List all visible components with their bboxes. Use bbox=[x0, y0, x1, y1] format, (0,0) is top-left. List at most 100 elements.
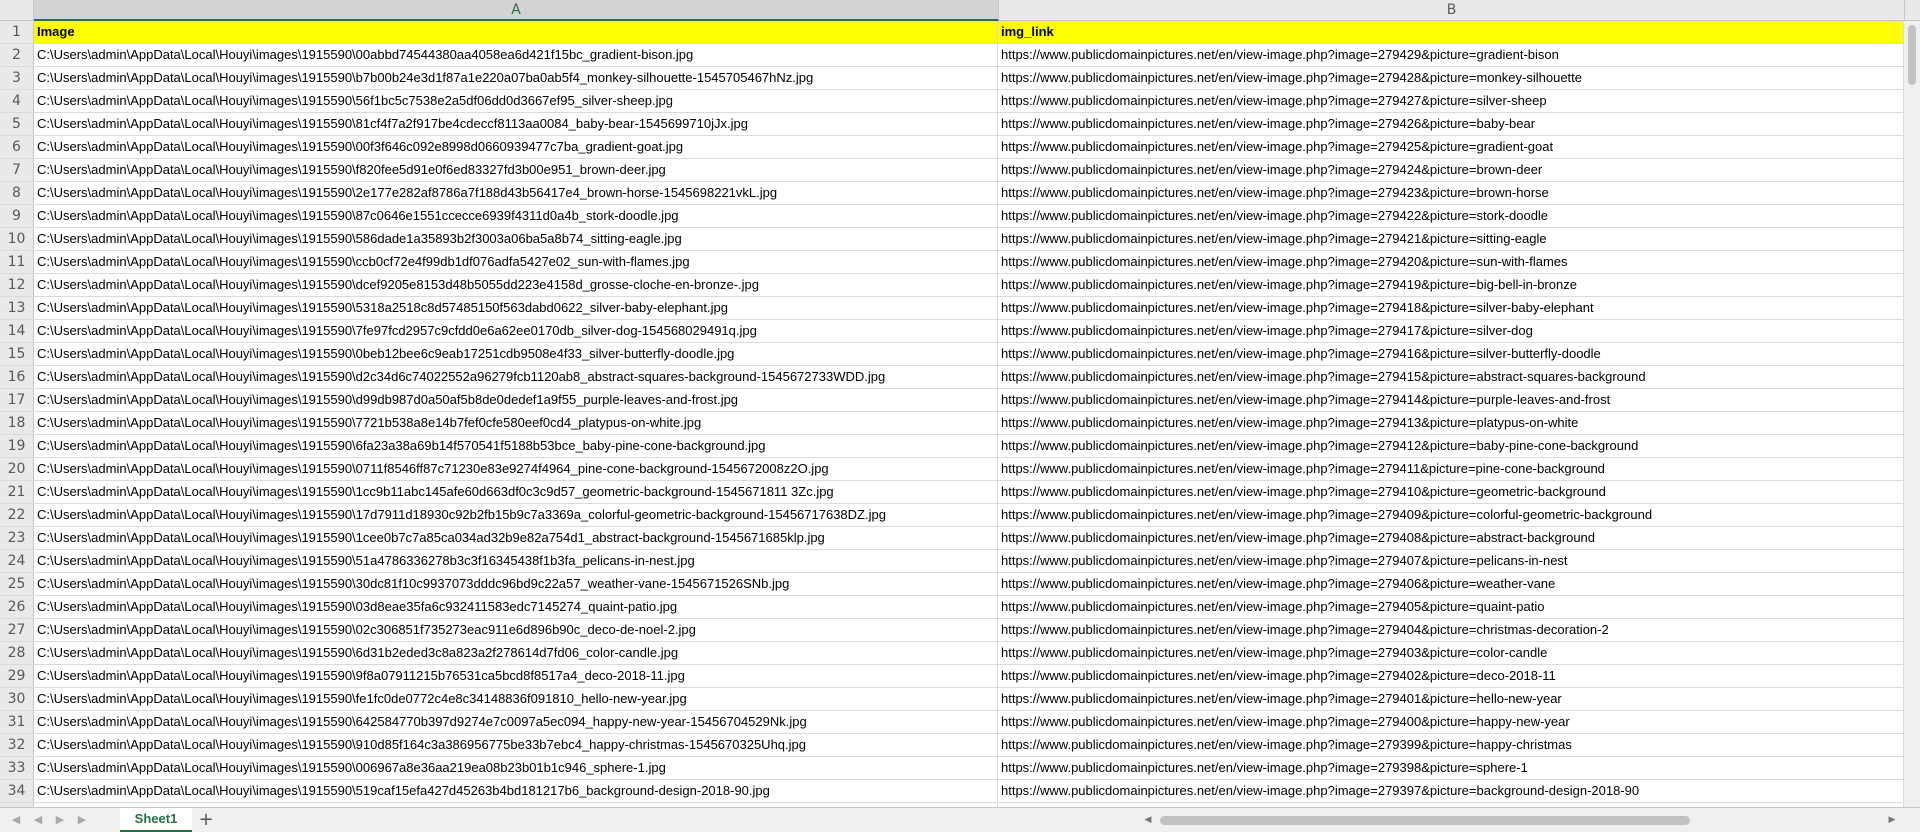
row-number[interactable]: 11 bbox=[0, 251, 34, 273]
cell-image-path[interactable]: C:\Users\admin\AppData\Local\Houyi\image… bbox=[34, 412, 998, 434]
cell-img-link[interactable]: https://www.publicdomainpictures.net/en/… bbox=[998, 596, 1904, 618]
cell-image-path[interactable]: C:\Users\admin\AppData\Local\Houyi\image… bbox=[34, 389, 998, 411]
vertical-scrollbar[interactable] bbox=[1903, 21, 1920, 807]
cell-img-link[interactable]: https://www.publicdomainpictures.net/en/… bbox=[998, 780, 1904, 802]
cell-image-path[interactable]: C:\Users\admin\AppData\Local\Houyi\image… bbox=[34, 504, 998, 526]
horizontal-scrollbar[interactable]: ◀ ▶ bbox=[1140, 812, 1900, 828]
cell-image-path[interactable]: C:\Users\admin\AppData\Local\Houyi\image… bbox=[34, 136, 998, 158]
row-number[interactable]: 28 bbox=[0, 642, 34, 664]
cell-image-path[interactable]: C:\Users\admin\AppData\Local\Houyi\image… bbox=[34, 711, 998, 733]
row-number[interactable]: 29 bbox=[0, 665, 34, 687]
vertical-scroll-thumb[interactable] bbox=[1908, 25, 1916, 85]
cell-image-path[interactable]: C:\Users\admin\AppData\Local\Houyi\image… bbox=[34, 44, 998, 66]
row-number[interactable]: 21 bbox=[0, 481, 34, 503]
cell-img-link[interactable]: https://www.publicdomainpictures.net/en/… bbox=[998, 481, 1904, 503]
row-number[interactable]: 12 bbox=[0, 274, 34, 296]
cell-img-link[interactable]: https://www.publicdomainpictures.net/en/… bbox=[998, 205, 1904, 227]
first-sheet-arrow-icon[interactable]: ◀ bbox=[8, 812, 24, 828]
cell-image-path[interactable]: C:\Users\admin\AppData\Local\Houyi\image… bbox=[34, 527, 998, 549]
cell-img-link[interactable]: https://www.publicdomainpictures.net/en/… bbox=[998, 504, 1904, 526]
cell-img-link[interactable]: https://www.publicdomainpictures.net/en/… bbox=[998, 44, 1904, 66]
cell-image-path[interactable]: C:\Users\admin\AppData\Local\Houyi\image… bbox=[34, 619, 998, 641]
column-header-a[interactable]: A bbox=[34, 0, 999, 21]
row-number[interactable]: 16 bbox=[0, 366, 34, 388]
last-sheet-arrow-icon[interactable]: ▶ bbox=[74, 812, 90, 828]
cell-img-link[interactable]: https://www.publicdomainpictures.net/en/… bbox=[998, 389, 1904, 411]
cell-image-path[interactable]: C:\Users\admin\AppData\Local\Houyi\image… bbox=[34, 320, 998, 342]
row-number[interactable]: 7 bbox=[0, 159, 34, 181]
row-number[interactable]: 1 bbox=[0, 21, 34, 43]
row-number[interactable]: 13 bbox=[0, 297, 34, 319]
cell-img-link[interactable]: https://www.publicdomainpictures.net/en/… bbox=[998, 550, 1904, 572]
cell-image-path[interactable]: C:\Users\admin\AppData\Local\Houyi\image… bbox=[34, 481, 998, 503]
header-cell-img-link[interactable]: img_link bbox=[998, 21, 1904, 43]
row-number[interactable]: 8 bbox=[0, 182, 34, 204]
scroll-left-arrow-icon[interactable]: ◀ bbox=[1140, 812, 1156, 828]
sheet-tab-sheet1[interactable]: Sheet1 bbox=[120, 808, 192, 832]
row-number[interactable]: 25 bbox=[0, 573, 34, 595]
row-number[interactable]: 5 bbox=[0, 113, 34, 135]
cell-image-path[interactable]: C:\Users\admin\AppData\Local\Houyi\image… bbox=[34, 159, 998, 181]
row-number[interactable]: 14 bbox=[0, 320, 34, 342]
cell-image-path[interactable]: C:\Users\admin\AppData\Local\Houyi\image… bbox=[34, 113, 998, 135]
row-number[interactable]: 4 bbox=[0, 90, 34, 112]
row-number[interactable]: 9 bbox=[0, 205, 34, 227]
cell-image-path[interactable]: C:\Users\admin\AppData\Local\Houyi\image… bbox=[34, 458, 998, 480]
scroll-right-arrow-icon[interactable]: ▶ bbox=[1884, 812, 1900, 828]
row-number[interactable]: 30 bbox=[0, 688, 34, 710]
cell-img-link[interactable]: https://www.publicdomainpictures.net/en/… bbox=[998, 435, 1904, 457]
cell-image-path[interactable]: C:\Users\admin\AppData\Local\Houyi\image… bbox=[34, 757, 998, 779]
cell-img-link[interactable]: https://www.publicdomainpictures.net/en/… bbox=[998, 320, 1904, 342]
cell-img-link[interactable]: https://www.publicdomainpictures.net/en/… bbox=[998, 159, 1904, 181]
row-number[interactable]: 27 bbox=[0, 619, 34, 641]
cell-img-link[interactable]: https://www.publicdomainpictures.net/en/… bbox=[998, 458, 1904, 480]
cell-img-link[interactable]: https://www.publicdomainpictures.net/en/… bbox=[998, 274, 1904, 296]
cell-img-link[interactable]: https://www.publicdomainpictures.net/en/… bbox=[998, 113, 1904, 135]
cell-image-path[interactable]: C:\Users\admin\AppData\Local\Houyi\image… bbox=[34, 435, 998, 457]
cell-image-path[interactable]: C:\Users\admin\AppData\Local\Houyi\image… bbox=[34, 573, 998, 595]
row-number[interactable]: 3 bbox=[0, 67, 34, 89]
cell-image-path[interactable]: C:\Users\admin\AppData\Local\Houyi\image… bbox=[34, 596, 998, 618]
column-header-b[interactable]: B bbox=[999, 0, 1905, 20]
cell-image-path[interactable]: C:\Users\admin\AppData\Local\Houyi\image… bbox=[34, 251, 998, 273]
cell-image-path[interactable]: C:\Users\admin\AppData\Local\Houyi\image… bbox=[34, 274, 998, 296]
plus-icon[interactable]: + bbox=[196, 810, 216, 830]
row-number[interactable]: 33 bbox=[0, 757, 34, 779]
cell-img-link[interactable]: https://www.publicdomainpictures.net/en/… bbox=[998, 688, 1904, 710]
prev-sheet-arrow-icon[interactable]: ◀ bbox=[30, 812, 46, 828]
row-number[interactable]: 31 bbox=[0, 711, 34, 733]
cell-image-path[interactable]: C:\Users\admin\AppData\Local\Houyi\image… bbox=[34, 90, 998, 112]
row-number[interactable]: 6 bbox=[0, 136, 34, 158]
cell-img-link[interactable]: https://www.publicdomainpictures.net/en/… bbox=[998, 343, 1904, 365]
row-number[interactable]: 2 bbox=[0, 44, 34, 66]
cell-img-link[interactable]: https://www.publicdomainpictures.net/en/… bbox=[998, 228, 1904, 250]
cell-img-link[interactable]: https://www.publicdomainpictures.net/en/… bbox=[998, 251, 1904, 273]
row-number[interactable]: 10 bbox=[0, 228, 34, 250]
next-sheet-arrow-icon[interactable]: ▶ bbox=[52, 812, 68, 828]
cell-image-path[interactable]: C:\Users\admin\AppData\Local\Houyi\image… bbox=[34, 550, 998, 572]
cell-img-link[interactable]: https://www.publicdomainpictures.net/en/… bbox=[998, 527, 1904, 549]
select-all-corner[interactable] bbox=[0, 0, 34, 20]
cell-image-path[interactable]: C:\Users\admin\AppData\Local\Houyi\image… bbox=[34, 182, 998, 204]
row-number[interactable]: 34 bbox=[0, 780, 34, 802]
row-number[interactable]: 20 bbox=[0, 458, 34, 480]
row-number[interactable]: 18 bbox=[0, 412, 34, 434]
cell-img-link[interactable]: https://www.publicdomainpictures.net/en/… bbox=[998, 366, 1904, 388]
cell-img-link[interactable]: https://www.publicdomainpictures.net/en/… bbox=[998, 734, 1904, 756]
cell-img-link[interactable]: https://www.publicdomainpictures.net/en/… bbox=[998, 711, 1904, 733]
cell-img-link[interactable]: https://www.publicdomainpictures.net/en/… bbox=[998, 757, 1904, 779]
row-number[interactable]: 23 bbox=[0, 527, 34, 549]
cell-image-path[interactable]: C:\Users\admin\AppData\Local\Houyi\image… bbox=[34, 642, 998, 664]
row-number[interactable]: 26 bbox=[0, 596, 34, 618]
cell-img-link[interactable]: https://www.publicdomainpictures.net/en/… bbox=[998, 619, 1904, 641]
header-cell-image[interactable]: Image bbox=[34, 21, 998, 43]
cell-img-link[interactable]: https://www.publicdomainpictures.net/en/… bbox=[998, 412, 1904, 434]
cell-image-path[interactable]: C:\Users\admin\AppData\Local\Houyi\image… bbox=[34, 688, 998, 710]
horizontal-scroll-thumb[interactable] bbox=[1160, 816, 1690, 825]
cell-img-link[interactable]: https://www.publicdomainpictures.net/en/… bbox=[998, 665, 1904, 687]
cell-image-path[interactable]: C:\Users\admin\AppData\Local\Houyi\image… bbox=[34, 780, 998, 802]
row-number[interactable]: 22 bbox=[0, 504, 34, 526]
cell-img-link[interactable]: https://www.publicdomainpictures.net/en/… bbox=[998, 182, 1904, 204]
row-number[interactable]: 15 bbox=[0, 343, 34, 365]
cell-image-path[interactable]: C:\Users\admin\AppData\Local\Houyi\image… bbox=[34, 228, 998, 250]
